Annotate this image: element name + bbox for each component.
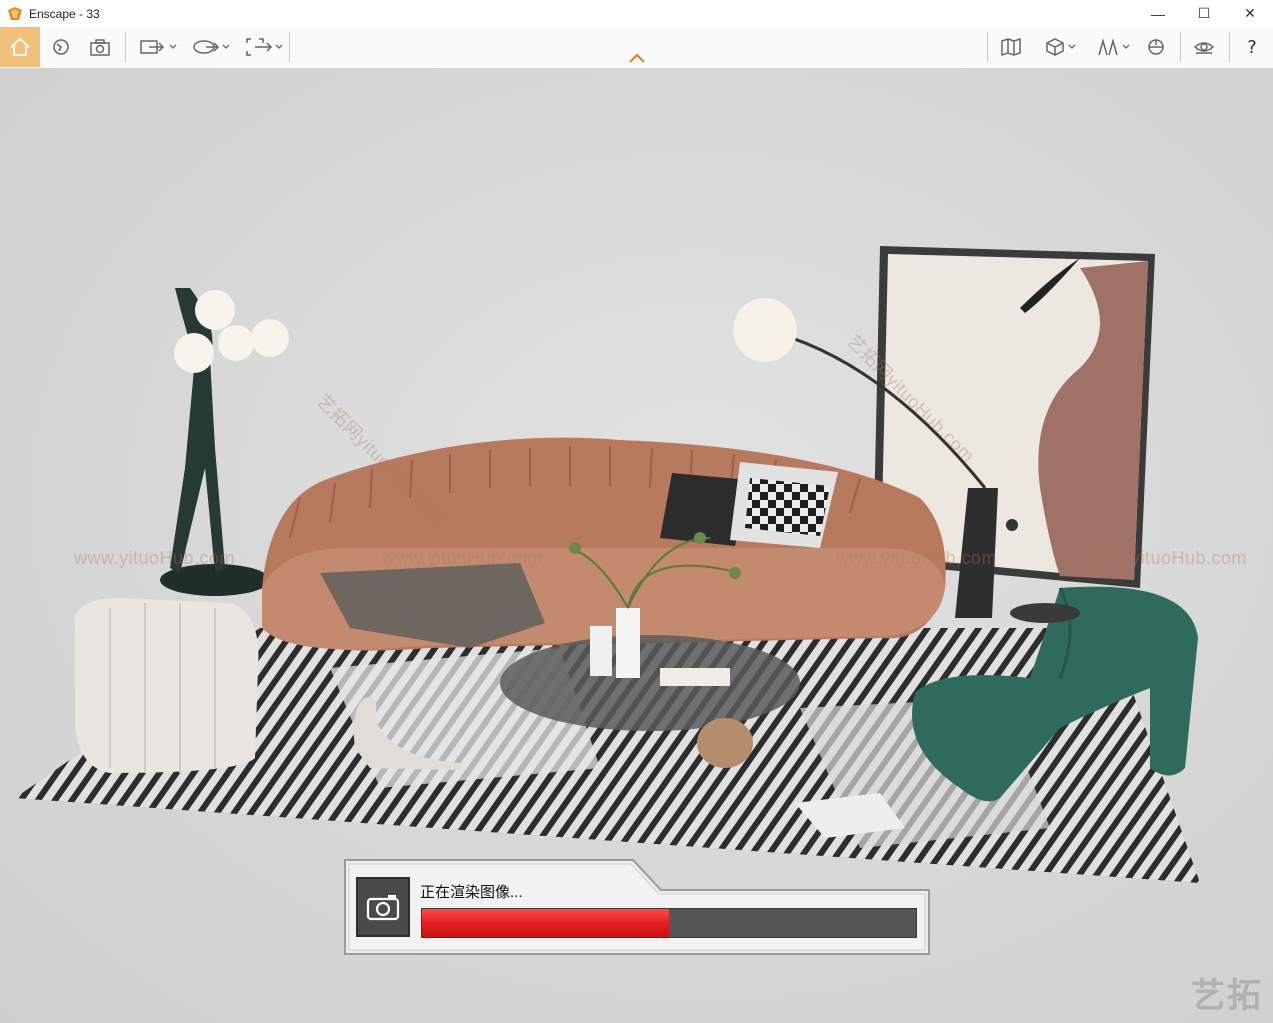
side-table — [1010, 603, 1080, 623]
map-button[interactable] — [997, 27, 1025, 67]
visual-settings-button[interactable] — [1142, 27, 1170, 67]
atmosphere-button[interactable] — [1090, 27, 1136, 67]
help-button[interactable]: ? — [1238, 27, 1266, 67]
screenshot-icon — [90, 39, 110, 56]
eye-button[interactable] — [1190, 27, 1218, 67]
batch-render-button[interactable] — [242, 27, 286, 67]
window-title: Enscape - 33 — [29, 6, 100, 21]
panorama-button[interactable] — [188, 27, 234, 67]
chevron-down-icon — [222, 44, 230, 49]
watermark: www.yituoHub.com — [382, 548, 544, 568]
maximize-icon: ☐ — [1197, 5, 1211, 21]
chevron-down-icon — [275, 44, 283, 49]
enscape-logo-icon — [8, 6, 22, 20]
map-icon — [1001, 37, 1021, 57]
render-status-text: 正在渲染图像... — [420, 884, 523, 901]
render-progress-dialog — [343, 858, 931, 956]
watermark: www.yituoHub.com — [74, 548, 236, 568]
screenshot-button[interactable] — [86, 27, 114, 67]
collapse-toolbar-icon[interactable] — [627, 52, 647, 64]
orbit-icon — [53, 39, 69, 55]
chevron-down-icon — [1068, 44, 1076, 49]
render-video-icon — [140, 40, 165, 54]
render-progress-bar — [421, 908, 917, 938]
batch-render-icon — [246, 38, 273, 56]
watermark: www.yituoHub.com — [836, 548, 998, 568]
chevron-down-icon — [169, 44, 177, 49]
title-bar: Enscape - 33 — ☐ ✕ — [0, 0, 1273, 27]
render-video-button[interactable] — [136, 27, 180, 67]
visual-settings-icon — [1148, 39, 1164, 55]
close-icon: ✕ — [1244, 5, 1256, 21]
camera-icon — [366, 895, 400, 921]
home-button[interactable] — [0, 27, 40, 67]
minimize-icon: — — [1151, 5, 1165, 22]
view-cube-button[interactable] — [1036, 27, 1084, 67]
home-icon — [10, 37, 30, 56]
minimize-button[interactable]: — — [1135, 0, 1181, 27]
maximize-button[interactable]: ☐ — [1181, 0, 1227, 27]
view-cube-icon — [1046, 38, 1064, 56]
panorama-icon — [193, 40, 220, 54]
chevron-down-icon — [1122, 44, 1130, 49]
eye-icon — [1193, 42, 1215, 54]
help-icon: ? — [1247, 36, 1257, 58]
watermark: www.yituoHub.com — [1086, 548, 1248, 568]
orbit-button[interactable] — [48, 27, 74, 67]
atmosphere-icon — [1098, 38, 1118, 56]
curved-sofa — [262, 437, 946, 651]
brand-logo: 艺拓 — [1191, 976, 1263, 1016]
camera-icon-box — [356, 877, 410, 937]
close-button[interactable]: ✕ — [1227, 0, 1273, 27]
white-armchair — [74, 598, 259, 773]
render-progress-fill — [422, 909, 669, 937]
